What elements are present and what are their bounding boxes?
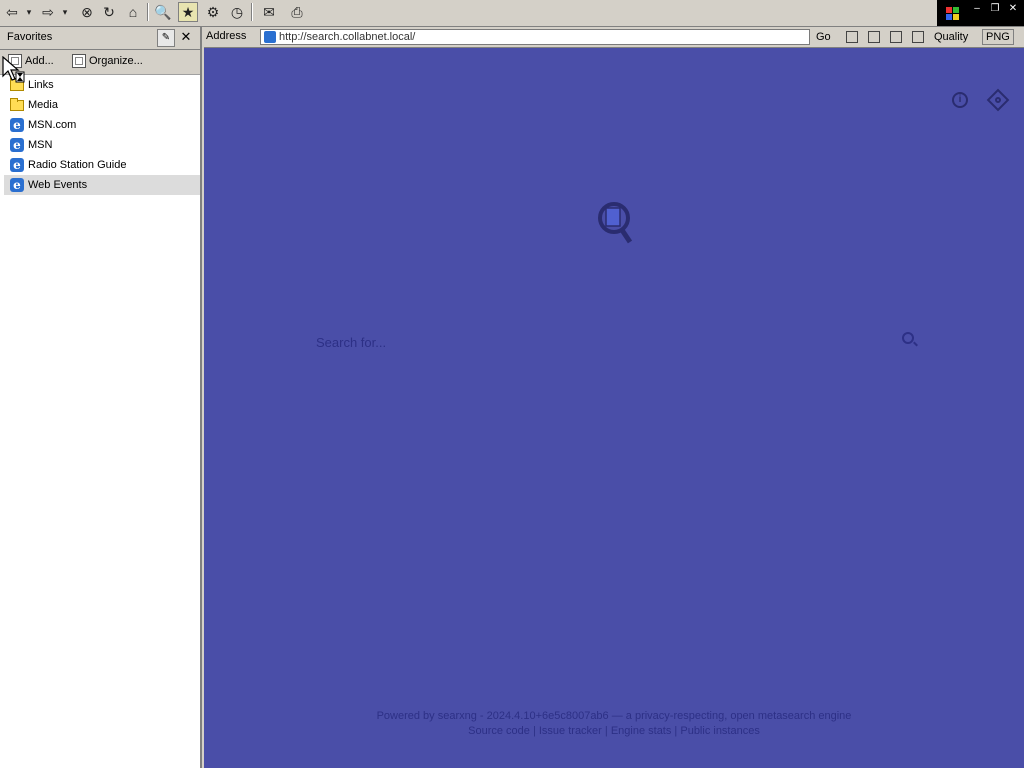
favorite-item-links[interactable]: Links: [4, 75, 200, 95]
browser-toolbar: ⇦ ▾ ⇨ ▾ ⊗ ↻ ⌂ 🔍 ★ ⚙ ◷ ✉ ⎙: [0, 0, 1024, 27]
close-window-icon[interactable]: ✕: [1006, 3, 1020, 15]
restore-icon[interactable]: ❐: [988, 3, 1002, 15]
footer-link-public-instances[interactable]: Public instances: [680, 725, 760, 737]
address-url: http://search.collabnet.local/: [279, 31, 416, 43]
favorites-header: Favorites ✎ ✕: [0, 27, 200, 50]
footer-link-issue-tracker[interactable]: Issue tracker: [539, 725, 602, 737]
favorite-item-radio-station-guide[interactable]: e Radio Station Guide: [4, 155, 200, 175]
favorites-title: Favorites: [7, 31, 53, 43]
ie-page-icon: e: [10, 138, 24, 152]
organize-favorites-button[interactable]: Organize...: [72, 54, 143, 68]
footer-powered-by: Powered by searxng - 2024.4.10+6e5c8007a…: [376, 710, 852, 722]
favorites-list: Links Media e MSN.com e MSN e Radio Stat…: [4, 75, 200, 195]
ie-page-icon: e: [10, 178, 24, 192]
toolbar-extra-icon[interactable]: [846, 31, 858, 43]
favorite-item-label: Links: [28, 79, 54, 91]
minimize-icon[interactable]: –: [970, 3, 984, 15]
organize-favorites-label: Organize...: [89, 55, 143, 67]
address-bar: Address http://search.collabnet.local/ G…: [204, 27, 1024, 48]
home-icon[interactable]: ⌂: [124, 2, 142, 22]
favorites-pane: Favorites ✎ ✕ Add... Organize... Links M…: [0, 27, 202, 768]
search-submit-icon[interactable]: [902, 332, 914, 344]
footer-link-engine-stats[interactable]: Engine stats: [611, 725, 672, 737]
toolbar-separator: [147, 3, 149, 21]
folder-icon: [10, 97, 24, 111]
toolbar-separator: [251, 3, 253, 21]
back-dropdown-icon[interactable]: ▾: [24, 2, 34, 22]
close-icon[interactable]: ✕: [179, 29, 193, 45]
toolbar-extra-icon[interactable]: [868, 31, 880, 43]
organize-favorites-icon: [72, 54, 86, 68]
go-button[interactable]: Go: [816, 29, 831, 45]
favorite-item-label: Media: [28, 99, 58, 111]
favorite-item-media[interactable]: Media: [4, 95, 200, 115]
favorite-item-label: MSN.com: [28, 119, 77, 131]
print-icon[interactable]: ⎙: [288, 2, 306, 22]
refresh-icon[interactable]: ↻: [100, 2, 118, 22]
footer-link-source-code[interactable]: Source code: [468, 725, 530, 737]
favorite-item-web-events[interactable]: e Web Events: [4, 175, 200, 195]
address-input[interactable]: http://search.collabnet.local/: [260, 29, 810, 45]
forward-arrow-icon[interactable]: ⇨: [40, 2, 56, 22]
footer-links: Source code | Issue tracker | Engine sta…: [468, 725, 760, 737]
add-favorite-label: Add...: [25, 55, 54, 67]
quality-button[interactable]: Quality: [934, 29, 968, 45]
searxng-logo-icon: [598, 202, 633, 244]
back-arrow-icon[interactable]: ⇦: [4, 2, 20, 22]
favorite-item-label: Web Events: [28, 179, 88, 191]
mouse-cursor-icon: [2, 56, 25, 83]
format-select[interactable]: PNG: [982, 29, 1014, 45]
mail-icon[interactable]: ✉: [258, 2, 280, 22]
page-content: i Powered by searxng - 2024.4.10+6e5c800…: [204, 48, 1024, 768]
favorite-item-msn[interactable]: e MSN: [4, 135, 200, 155]
info-icon[interactable]: i: [952, 92, 968, 108]
favorites-actions: Add... Organize...: [0, 50, 200, 75]
ie-page-icon: e: [10, 118, 24, 132]
windows-logo-icon: [937, 0, 967, 26]
window-controls: – ❐ ✕: [967, 0, 1024, 26]
ie-page-icon: e: [10, 158, 24, 172]
favorite-item-label: Radio Station Guide: [28, 159, 127, 171]
forward-dropdown-icon[interactable]: ▾: [60, 2, 70, 22]
favorite-item-msn-com[interactable]: e MSN.com: [4, 115, 200, 135]
toolbar-extra-icon[interactable]: [890, 31, 902, 43]
favorite-item-label: MSN: [28, 139, 53, 151]
search-input[interactable]: [314, 331, 918, 353]
stop-icon[interactable]: ⊗: [78, 2, 96, 22]
pin-icon[interactable]: ✎: [157, 29, 175, 47]
media-icon[interactable]: ⚙: [204, 2, 222, 22]
search-icon[interactable]: 🔍: [154, 2, 172, 22]
settings-icon[interactable]: [986, 88, 1010, 112]
favorites-icon[interactable]: ★: [178, 2, 198, 22]
history-icon[interactable]: ◷: [228, 2, 246, 22]
page-icon: [264, 31, 276, 43]
toolbar-extra-icon[interactable]: [912, 31, 924, 43]
address-label: Address: [206, 30, 247, 42]
